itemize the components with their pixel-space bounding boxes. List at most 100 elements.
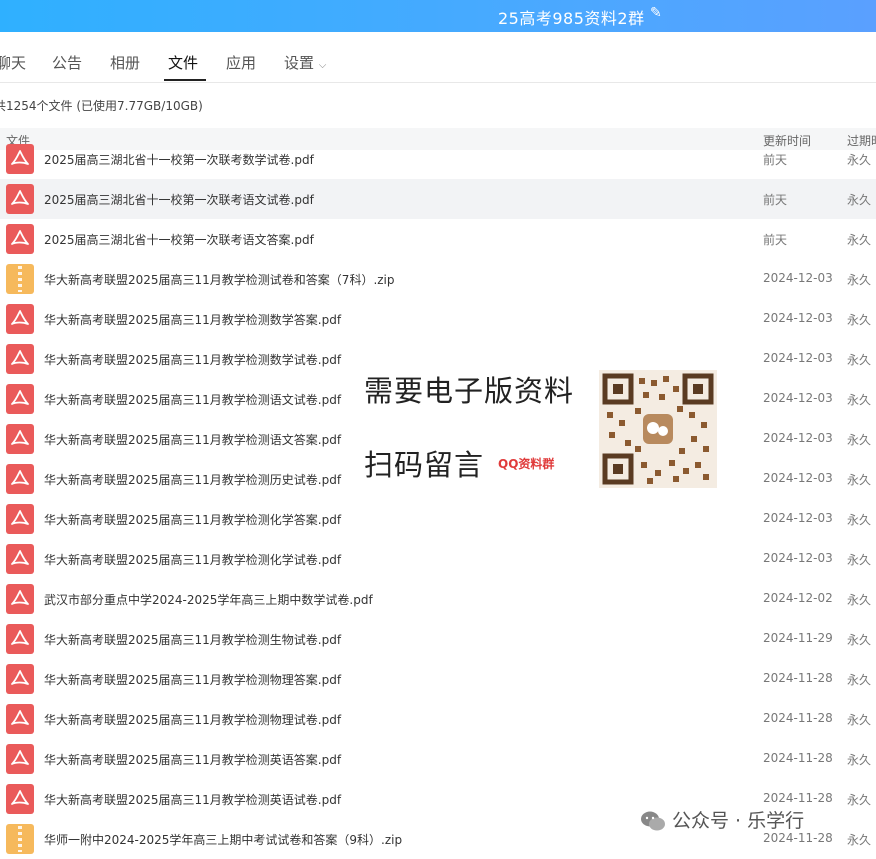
active-tab-indicator — [164, 79, 206, 81]
file-row[interactable]: 华大新高考联盟2025届高三11月教学检测物理试卷.pdf 2024-11-28 永… — [0, 699, 876, 739]
file-updated-time: 2024-11-28 — [763, 831, 833, 845]
tab-album[interactable]: 相册 — [110, 52, 140, 73]
pdf-file-icon — [6, 464, 34, 494]
file-expire: 永久 — [847, 393, 872, 407]
file-expire: 永久 — [847, 153, 872, 167]
pdf-file-icon — [6, 304, 34, 334]
zip-file-icon — [6, 264, 34, 294]
file-name[interactable]: 华师一附中2024-2025学年高三上期中考试试卷和答案（9科）.zip — [44, 831, 402, 848]
file-name[interactable]: 2025届高三湖北省十一校第一次联考语文答案.pdf — [44, 231, 314, 248]
pdf-file-icon — [6, 344, 34, 374]
file-row[interactable]: 华大新高考联盟2025届高三11月教学检测试卷和答案（7科）.zip 2024-1… — [0, 259, 876, 299]
file-row[interactable]: 2025届高三湖北省十一校第一次联考数学试卷.pdf 前天 永久 — [0, 139, 876, 179]
file-updated-time: 2024-12-03 — [763, 391, 833, 405]
pdf-file-icon — [6, 424, 34, 454]
file-name[interactable]: 华大新高考联盟2025届高三11月教学检测物理试卷.pdf — [44, 711, 341, 728]
file-name[interactable]: 华大新高考联盟2025届高三11月教学检测生物试卷.pdf — [44, 631, 341, 648]
file-updated-time: 2024-11-28 — [763, 751, 833, 765]
file-name[interactable]: 华大新高考联盟2025届高三11月教学检测历史试卷.pdf — [44, 471, 341, 488]
promo-badge: QQ资料群 — [498, 457, 555, 471]
file-expire: 永久 — [847, 553, 872, 567]
promo-overlay: 需要电子版资料 扫码留言 QQ资料群 — [356, 360, 726, 494]
pdf-file-icon — [6, 784, 34, 814]
file-name[interactable]: 华大新高考联盟2025届高三11月教学检测数学答案.pdf — [44, 311, 341, 328]
chevron-down-icon: ⌵ — [318, 60, 327, 71]
wechat-icon — [641, 811, 665, 831]
file-updated-time: 2024-12-02 — [763, 591, 833, 605]
file-row[interactable]: 华大新高考联盟2025届高三11月教学检测化学答案.pdf 2024-12-03 永… — [0, 499, 876, 539]
file-updated-time: 2024-12-03 — [763, 511, 833, 525]
tab-chat[interactable]: 聊天 — [0, 52, 26, 73]
qr-code-icon — [599, 370, 717, 488]
pdf-file-icon — [6, 584, 34, 614]
pdf-file-icon — [6, 384, 34, 414]
file-expire: 永久 — [847, 353, 872, 367]
pdf-file-icon — [6, 504, 34, 534]
pdf-file-icon — [6, 184, 34, 214]
file-name[interactable]: 2025届高三湖北省十一校第一次联考数学试卷.pdf — [44, 151, 314, 168]
file-updated-time: 前天 — [763, 153, 788, 167]
file-expire: 永久 — [847, 753, 872, 767]
edit-icon[interactable]: ✎ — [650, 5, 662, 21]
pdf-file-icon — [6, 224, 34, 254]
file-row[interactable]: 2025届高三湖北省十一校第一次联考语文答案.pdf 前天 永久 — [0, 219, 876, 259]
zip-file-icon — [6, 824, 34, 854]
file-name[interactable]: 华大新高考联盟2025届高三11月教学检测物理答案.pdf — [44, 671, 341, 688]
pdf-file-icon — [6, 744, 34, 774]
file-updated-time: 2024-11-28 — [763, 671, 833, 685]
file-row[interactable]: 华大新高考联盟2025届高三11月教学检测物理答案.pdf 2024-11-28 永… — [0, 659, 876, 699]
file-updated-time: 2024-12-03 — [763, 551, 833, 565]
file-name[interactable]: 2025届高三湖北省十一校第一次联考语文试卷.pdf — [44, 191, 314, 208]
file-updated-time: 2024-12-03 — [763, 351, 833, 365]
pdf-file-icon — [6, 704, 34, 734]
file-expire: 永久 — [847, 473, 872, 487]
promo-line2: 扫码留言 — [364, 448, 485, 482]
file-expire: 永久 — [847, 593, 872, 607]
file-updated-time: 2024-11-28 — [763, 791, 833, 805]
pdf-file-icon — [6, 544, 34, 574]
file-expire: 永久 — [847, 193, 872, 207]
file-updated-time: 2024-11-28 — [763, 711, 833, 725]
account-watermark: 公众号 · 乐学行 — [672, 810, 805, 832]
tab-settings-label: 设置 — [284, 54, 315, 72]
pdf-file-icon — [6, 664, 34, 694]
file-name[interactable]: 华大新高考联盟2025届高三11月教学检测英语答案.pdf — [44, 751, 341, 768]
file-row[interactable]: 华大新高考联盟2025届高三11月教学检测数学答案.pdf 2024-12-03 永… — [0, 299, 876, 339]
file-expire: 永久 — [847, 793, 872, 807]
file-name[interactable]: 武汉市部分重点中学2024-2025学年高三上期中数学试卷.pdf — [44, 591, 373, 608]
group-title: 25高考985资料2群 — [498, 9, 645, 28]
file-updated-time: 2024-12-03 — [763, 471, 833, 485]
file-name[interactable]: 华大新高考联盟2025届高三11月教学检测试卷和答案（7科）.zip — [44, 271, 395, 288]
file-name[interactable]: 华大新高考联盟2025届高三11月教学检测语文答案.pdf — [44, 431, 341, 448]
file-row[interactable]: 华大新高考联盟2025届高三11月教学检测生物试卷.pdf 2024-11-29 永… — [0, 619, 876, 659]
file-updated-time: 前天 — [763, 193, 788, 207]
pdf-file-icon — [6, 624, 34, 654]
tab-apps[interactable]: 应用 — [226, 52, 256, 73]
file-name[interactable]: 华大新高考联盟2025届高三11月教学检测化学试卷.pdf — [44, 551, 341, 568]
tab-bar: 聊天 公告 相册 文件 应用 设置 ⌵ — [0, 32, 876, 83]
pdf-file-icon — [6, 144, 34, 174]
storage-summary: 共1254个文件 (已使用7.77GB/10GB) — [0, 99, 203, 113]
file-name[interactable]: 华大新高考联盟2025届高三11月教学检测数学试卷.pdf — [44, 351, 341, 368]
file-expire: 永久 — [847, 833, 872, 847]
file-updated-time: 2024-12-03 — [763, 311, 833, 325]
file-expire: 永久 — [847, 273, 872, 287]
tab-announcement[interactable]: 公告 — [52, 52, 82, 73]
tab-files[interactable]: 文件 — [168, 52, 198, 73]
file-updated-time: 前天 — [763, 233, 788, 247]
file-row[interactable]: 华大新高考联盟2025届高三11月教学检测英语答案.pdf 2024-11-28 永… — [0, 739, 876, 779]
tab-settings[interactable]: 设置 ⌵ — [284, 52, 326, 73]
file-expire: 永久 — [847, 233, 872, 247]
file-updated-time: 2024-12-03 — [763, 431, 833, 445]
file-row[interactable]: 武汉市部分重点中学2024-2025学年高三上期中数学试卷.pdf 2024-12… — [0, 579, 876, 619]
file-name[interactable]: 华大新高考联盟2025届高三11月教学检测英语试卷.pdf — [44, 791, 341, 808]
file-row[interactable]: 华大新高考联盟2025届高三11月教学检测化学试卷.pdf 2024-12-03 永… — [0, 539, 876, 579]
file-row[interactable]: 2025届高三湖北省十一校第一次联考语文试卷.pdf 前天 永久 — [0, 179, 876, 219]
file-updated-time: 2024-12-03 — [763, 271, 833, 285]
file-expire: 永久 — [847, 313, 872, 327]
file-name[interactable]: 华大新高考联盟2025届高三11月教学检测语文试卷.pdf — [44, 391, 341, 408]
window-titlebar: 25高考985资料2群 ✎ — [0, 0, 876, 32]
file-name[interactable]: 华大新高考联盟2025届高三11月教学检测化学答案.pdf — [44, 511, 341, 528]
file-expire: 永久 — [847, 673, 872, 687]
file-updated-time: 2024-11-29 — [763, 631, 833, 645]
